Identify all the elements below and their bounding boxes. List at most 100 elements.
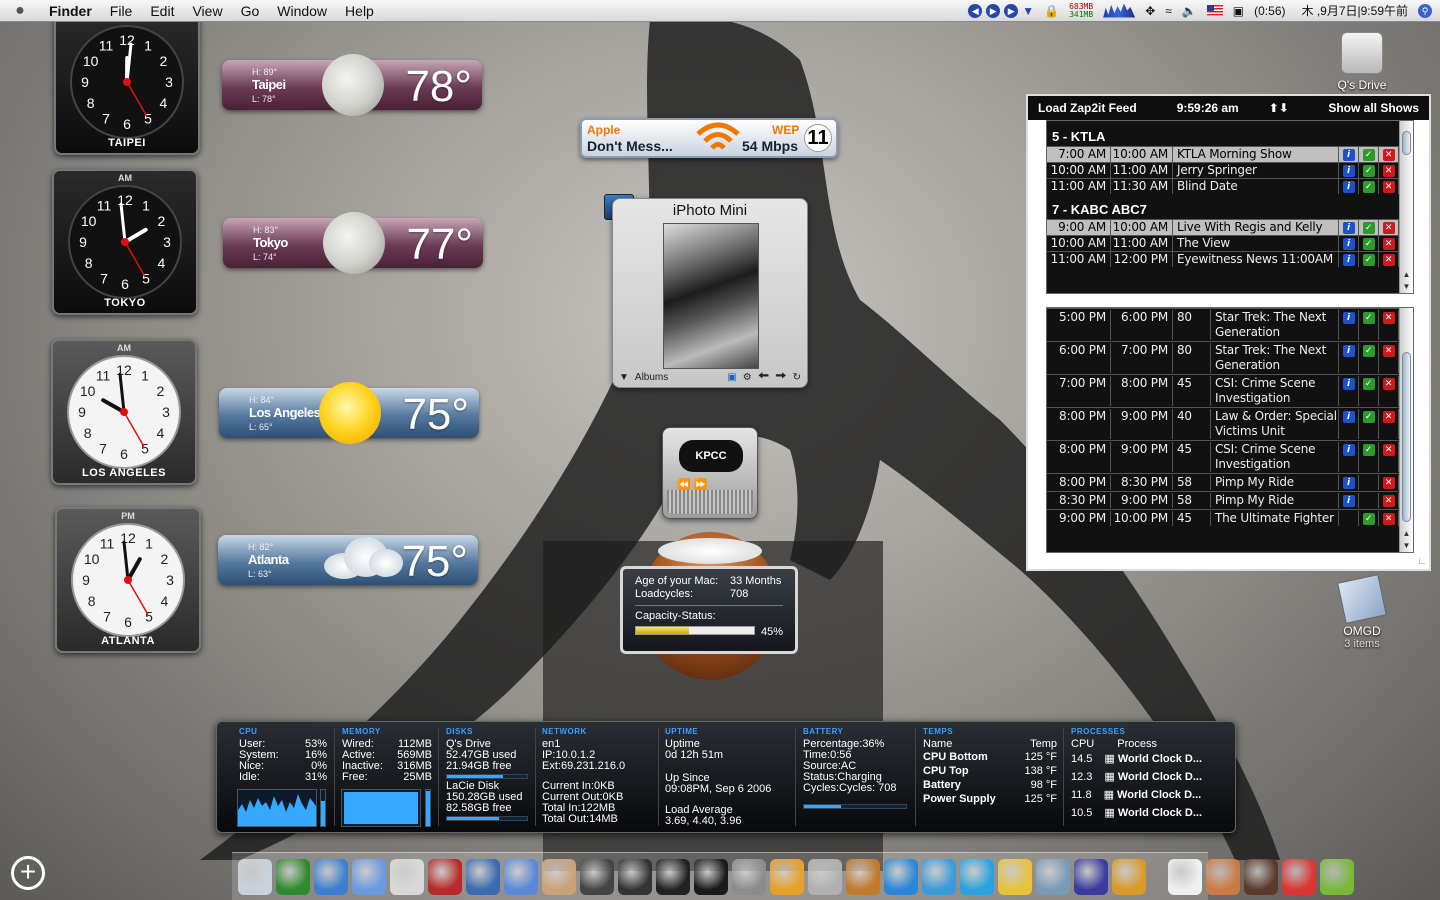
- photo-preview[interactable]: [663, 223, 759, 369]
- remove-icon[interactable]: ✕: [1382, 312, 1395, 324]
- remove-icon[interactable]: ✕: [1382, 411, 1395, 423]
- remove-icon[interactable]: ✕: [1382, 222, 1395, 234]
- dock-app-icon[interactable]: [352, 858, 386, 895]
- spaces-icon[interactable]: ✥: [1145, 4, 1155, 18]
- iphoto-mini-widget[interactable]: iPhoto Mini ▼ Albums ▣ ⚙ 🠨 🠪 ↻: [612, 198, 808, 388]
- battery-status-widget[interactable]: Age of your Mac: 33 Months Loadcycles: 708…: [620, 566, 798, 654]
- remove-icon[interactable]: ✕: [1382, 238, 1395, 250]
- world-clock-atlanta[interactable]: PM 1 2 3 4 5 6 7 8 9 10 11 12 ATLANTA: [55, 507, 201, 653]
- remove-icon[interactable]: ✕: [1382, 165, 1395, 177]
- dock-app-icon[interactable]: [770, 858, 804, 895]
- dock-app-icon[interactable]: [998, 858, 1032, 895]
- flip-icon[interactable]: ↻: [793, 372, 801, 383]
- info-icon[interactable]: i: [1342, 222, 1355, 234]
- remove-icon[interactable]: ✕: [1382, 378, 1395, 390]
- info-icon[interactable]: i: [1342, 411, 1355, 423]
- check-icon[interactable]: ✓: [1362, 345, 1375, 357]
- lock-icon[interactable]: 🔒: [1044, 4, 1059, 18]
- dock-app-icon[interactable]: [1036, 858, 1070, 895]
- remove-icon[interactable]: ✕: [1382, 513, 1395, 525]
- dock-app-icon[interactable]: [1206, 858, 1240, 895]
- info-icon[interactable]: i: [1342, 345, 1355, 357]
- menu-file[interactable]: File: [101, 3, 142, 19]
- radio-widget[interactable]: KPCC ⏪ ⏩: [662, 427, 758, 519]
- dock-app-icon[interactable]: [1074, 858, 1108, 895]
- remove-icon[interactable]: ✕: [1382, 444, 1395, 456]
- check-icon[interactable]: ✓: [1362, 238, 1375, 250]
- dock-app-icon[interactable]: [238, 858, 272, 895]
- itunes-menu-icon[interactable]: ▼: [1022, 4, 1034, 18]
- dock-app-icon[interactable]: [884, 858, 918, 895]
- remove-icon[interactable]: ✕: [1382, 149, 1395, 161]
- weather-widget-tokyo[interactable]: H: 83° Tokyo L: 74° 77°: [223, 212, 483, 274]
- check-icon[interactable]: ✓: [1362, 254, 1375, 266]
- resize-grip-icon[interactable]: ∟: [1417, 556, 1427, 567]
- check-icon[interactable]: ✓: [1362, 149, 1375, 161]
- info-icon[interactable]: i: [1342, 378, 1355, 390]
- favorite-show-row[interactable]: 8:00 PM 9:00 PM 45 CSI: Crime Scene Investi…: [1047, 440, 1399, 473]
- itunes-next-icon[interactable]: ▶: [1004, 3, 1019, 18]
- omgd-folder-icon[interactable]: OMGD 3 items: [1326, 574, 1398, 650]
- dock-app-icon[interactable]: [1112, 858, 1146, 895]
- check-icon[interactable]: ✓: [1362, 513, 1375, 525]
- prev-photo-icon[interactable]: 🠨: [758, 365, 769, 389]
- zap2it-widget[interactable]: Load Zap2it Feed 9:59:26 am ⬆⬇ Show all …: [1026, 94, 1431, 571]
- dock-app-icon[interactable]: [1282, 858, 1316, 895]
- menu-go[interactable]: Go: [232, 3, 269, 19]
- favorite-show-row[interactable]: 8:00 PM 8:30 PM 58 Pimp My Ride i ✕: [1047, 473, 1399, 491]
- world-clock-los-angeles[interactable]: AM 1 2 3 4 5 6 7 8 9 10 11 12 LOS ANGELES: [51, 339, 197, 485]
- dock-app-icon[interactable]: [1168, 858, 1202, 895]
- weather-widget-atlanta[interactable]: H: 82° Atlanta L: 63° 75°: [218, 535, 478, 586]
- favorite-show-row[interactable]: 9:00 PM 10:00 PM 45 The Ultimate Fighter ✓ ✕: [1047, 509, 1399, 527]
- world-clock-taipei[interactable]: AM123456789101112TAIPEI: [54, 9, 200, 155]
- menu-finder[interactable]: Finder: [40, 3, 101, 19]
- check-icon[interactable]: ✓: [1362, 411, 1375, 423]
- gear-icon[interactable]: ⚙: [743, 372, 752, 383]
- dock-app-icon[interactable]: [1244, 858, 1278, 895]
- activity-graph-icon[interactable]: [1103, 3, 1136, 18]
- dock-app-icon[interactable]: [314, 858, 348, 895]
- favorite-shows-list[interactable]: 5:00 PM 6:00 PM 80 Star Trek: The Next Gene…: [1046, 307, 1414, 553]
- info-icon[interactable]: i: [1342, 165, 1355, 177]
- dock-app-icon[interactable]: [428, 858, 462, 895]
- battery-menu-icon[interactable]: ▣: [1233, 4, 1244, 18]
- dock-app-icon[interactable]: [390, 858, 424, 895]
- weather-widget-los-angeles[interactable]: H: 84° Los Angeles L: 65° 75°: [219, 382, 479, 444]
- info-icon[interactable]: i: [1342, 238, 1355, 250]
- show-row[interactable]: 11:00 AM 12:00 PM Eyewitness News 11:00AM i…: [1047, 251, 1399, 267]
- menu-edit[interactable]: Edit: [141, 3, 183, 19]
- check-icon[interactable]: ✓: [1362, 312, 1375, 324]
- info-icon[interactable]: i: [1342, 181, 1355, 193]
- sort-arrows-icon[interactable]: ⬆⬇: [1269, 101, 1289, 115]
- info-icon[interactable]: i: [1342, 312, 1355, 324]
- info-icon[interactable]: i: [1342, 444, 1355, 456]
- dock-app-icon[interactable]: [922, 858, 956, 895]
- remove-icon[interactable]: ✕: [1382, 254, 1395, 266]
- check-icon[interactable]: ✓: [1362, 378, 1375, 390]
- remove-icon[interactable]: ✕: [1382, 345, 1395, 357]
- airport-widget[interactable]: Apple Don't Mess... WEP 54 Mbps 11: [580, 118, 838, 158]
- dock-app-icon[interactable]: [960, 858, 994, 895]
- dock-app-icon[interactable]: [694, 858, 728, 895]
- favorite-show-row[interactable]: 6:00 PM 7:00 PM 80 Star Trek: The Next Gene…: [1047, 341, 1399, 374]
- info-icon[interactable]: i: [1342, 495, 1355, 507]
- scrollbar[interactable]: ▲ ▼: [1399, 308, 1413, 552]
- dock-app-icon[interactable]: [656, 858, 690, 895]
- dock-app-icon[interactable]: [732, 858, 766, 895]
- remove-icon[interactable]: ✕: [1382, 495, 1395, 507]
- albums-disclosure-icon[interactable]: ▼: [619, 372, 629, 383]
- desktop-icon[interactable]: ▣: [727, 372, 736, 383]
- wifi-menu-icon[interactable]: ≈: [1165, 4, 1172, 18]
- next-photo-icon[interactable]: 🠪: [775, 365, 786, 389]
- menu-window[interactable]: Window: [268, 3, 336, 19]
- itunes-play-icon[interactable]: ▶: [986, 3, 1001, 18]
- istat-pro-widget[interactable]: CPU User: 53% System: 16% Nice: 0% Idle: 31% ME…: [216, 721, 1236, 833]
- remove-icon[interactable]: ✕: [1382, 181, 1395, 193]
- check-icon[interactable]: ✓: [1362, 444, 1375, 456]
- battery-time[interactable]: (0:56): [1254, 4, 1285, 18]
- albums-label[interactable]: Albums: [635, 372, 668, 383]
- show-row[interactable]: 10:00 AM 11:00 AM The View i ✓ ✕: [1047, 235, 1399, 251]
- remove-icon[interactable]: ✕: [1382, 477, 1395, 489]
- us-flag-icon[interactable]: [1206, 5, 1223, 16]
- check-icon[interactable]: ✓: [1362, 222, 1375, 234]
